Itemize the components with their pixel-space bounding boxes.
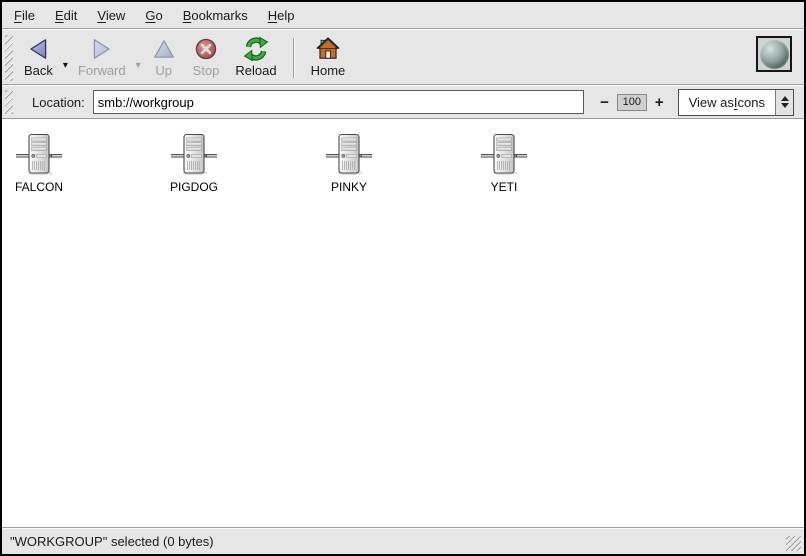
stop-icon [193, 36, 219, 62]
menu-view[interactable]: View [87, 2, 135, 28]
menu-help[interactable]: Help [258, 2, 305, 28]
up-button: Up [143, 32, 185, 80]
home-label: Home [311, 63, 346, 78]
view-as-dropdown[interactable]: View as Icons [678, 89, 794, 116]
location-bar: Location: − 100 + View as Icons [2, 86, 804, 118]
menu-help-label: Help [268, 8, 295, 23]
server-item-label: YETI [491, 180, 518, 194]
forward-button: Forward [70, 32, 134, 80]
menu-file-label: File [14, 8, 35, 23]
back-button[interactable]: Back [16, 32, 61, 80]
location-label: Location: [32, 95, 85, 110]
zoom-controls: − 100 + [596, 94, 668, 111]
view-as-dropdown-arrows-icon[interactable] [775, 90, 793, 115]
menu-go-label: Go [145, 8, 162, 23]
server-item-label: PIGDOG [170, 180, 218, 194]
zoom-level-indicator: 100 [617, 94, 647, 111]
forward-label: Forward [78, 63, 126, 78]
location-input[interactable] [93, 90, 584, 114]
menu-edit-label: Edit [55, 8, 77, 23]
stop-button: Stop [185, 32, 228, 80]
zoom-out-button[interactable]: − [596, 95, 613, 110]
server-item-pinky[interactable]: PINKY [314, 132, 384, 194]
toolbar: Back ▾ Forward ▾ Up Stop [2, 30, 804, 84]
toolbar-drag-handle[interactable] [5, 35, 13, 81]
window-resize-grip[interactable] [786, 536, 801, 551]
menu-go[interactable]: Go [135, 2, 172, 28]
computer-server-icon [170, 132, 218, 178]
menu-bar: File Edit View Go Bookmarks Help [2, 2, 804, 28]
forward-arrow-icon [89, 36, 115, 62]
home-button[interactable]: Home [303, 32, 354, 80]
computer-server-icon [325, 132, 373, 178]
file-manager-window: File Edit View Go Bookmarks Help Back ▾ … [0, 0, 806, 556]
server-item-falcon[interactable]: FALCON [4, 132, 74, 194]
computer-server-icon [15, 132, 63, 178]
up-label: Up [155, 63, 172, 78]
location-bar-drag-handle[interactable] [5, 90, 13, 114]
icon-view: FALCON PIGDOG [2, 120, 804, 527]
menu-bookmarks[interactable]: Bookmarks [173, 2, 258, 28]
status-bar: "WORKGROUP" selected (0 bytes) [2, 529, 804, 554]
up-arrow-icon [151, 36, 177, 62]
menu-edit[interactable]: Edit [45, 2, 87, 28]
back-arrow-icon [25, 36, 51, 62]
toolbar-separator [293, 38, 295, 78]
server-item-label: PINKY [331, 180, 367, 194]
reload-icon [243, 36, 269, 62]
throbber-sphere-icon [760, 40, 789, 69]
status-text: "WORKGROUP" selected (0 bytes) [10, 534, 214, 549]
menu-file[interactable]: File [4, 2, 45, 28]
home-icon [315, 36, 341, 62]
menu-bookmarks-label: Bookmarks [183, 8, 248, 23]
server-item-pigdog[interactable]: PIGDOG [159, 132, 229, 194]
reload-button[interactable]: Reload [227, 32, 284, 80]
zoom-in-button[interactable]: + [651, 95, 668, 110]
forward-history-dropdown-icon: ▾ [136, 60, 141, 71]
back-history-dropdown-icon[interactable]: ▾ [63, 60, 68, 71]
server-item-yeti[interactable]: YETI [469, 132, 539, 194]
view-as-label: View as Icons [679, 90, 775, 115]
computer-server-icon [480, 132, 528, 178]
back-label: Back [24, 63, 53, 78]
throbber [756, 36, 792, 72]
reload-label: Reload [235, 63, 276, 78]
stop-label: Stop [193, 63, 220, 78]
menu-view-label: View [97, 8, 125, 23]
server-item-label: FALCON [15, 180, 63, 194]
